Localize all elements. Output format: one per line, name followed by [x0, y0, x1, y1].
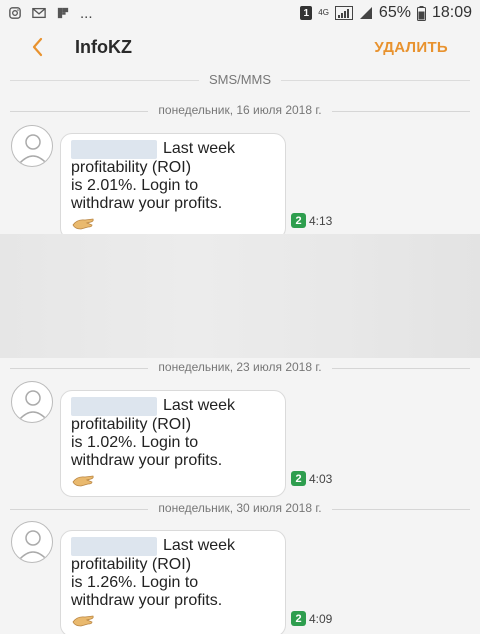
sim-indicator: 1: [300, 6, 313, 20]
message-time: 4:13: [309, 213, 333, 228]
more-notifications: ...: [80, 4, 93, 22]
signal-icon: [334, 6, 353, 20]
status-bar-notifications: ...: [8, 5, 93, 22]
message-meta: 2 4:03: [291, 471, 332, 486]
message-bubble[interactable]: Last week profitability (ROI) is 2.01%. …: [60, 133, 286, 240]
battery-percent: 65%: [378, 4, 411, 21]
message-line: profitability (ROI): [71, 556, 192, 573]
redacted-text: [71, 397, 157, 416]
signal-icon-2: [359, 7, 372, 19]
message-line: Last week: [163, 140, 236, 157]
contact-avatar-icon: [18, 530, 48, 561]
status-bar-system: 1 4G 65% 18:09: [300, 4, 472, 22]
date-text: понедельник, 23 июля 2018 г.: [148, 360, 332, 374]
date-separator: понедельник, 16 июля 2018 г.: [10, 102, 470, 120]
date-separator: понедельник, 30 июля 2018 г.: [10, 500, 470, 518]
conversation-title: InfoKZ: [75, 37, 132, 57]
message-line: profitability (ROI): [71, 159, 192, 176]
message-time: 4:09: [309, 611, 333, 626]
message-time: 4:03: [309, 471, 333, 486]
message-line: withdraw your profits.: [71, 452, 223, 469]
hand-emoji-icon: [72, 218, 94, 230]
status-bar: ... 1 4G 65% 18:09: [0, 0, 480, 26]
blurred-region: [0, 234, 480, 358]
delete-button[interactable]: УДАЛИТЬ: [374, 39, 448, 56]
redacted-text: [71, 140, 157, 159]
date-separator: понедельник, 23 июля 2018 г.: [10, 359, 470, 377]
date-separator-label: понедельник, 23 июля 2018 г.: [10, 360, 470, 374]
message-bubble[interactable]: Last week profitability (ROI) is 1.26%. …: [60, 530, 286, 634]
clock: 18:09: [431, 4, 472, 21]
date-separator-label: понедельник, 16 июля 2018 г.: [10, 103, 470, 117]
contact-avatar-icon: [18, 390, 48, 421]
avatar[interactable]: [11, 125, 53, 167]
message-bubble[interactable]: Last week profitability (ROI) is 1.02%. …: [60, 390, 286, 497]
contact-avatar-icon: [18, 134, 48, 165]
instagram-icon: [9, 7, 21, 19]
message-meta: 2 4:13: [291, 213, 332, 228]
mail-icon: [32, 7, 46, 19]
avatar[interactable]: [11, 381, 53, 423]
flipboard-icon: [57, 7, 69, 19]
message-line: withdraw your profits.: [71, 592, 223, 609]
hand-emoji-icon: [72, 475, 94, 487]
network-type: 4G: [318, 8, 329, 17]
sim-badge: 2: [291, 471, 306, 486]
sim-badge: 2: [291, 611, 306, 626]
message-line: Last week: [163, 537, 236, 554]
message-line: is 2.01%. Login to: [71, 177, 199, 194]
sim-badge: 2: [291, 213, 306, 228]
message-line: withdraw your profits.: [71, 195, 223, 212]
message-line: is 1.02%. Login to: [71, 434, 199, 451]
thread-type-text: SMS/MMS: [198, 72, 282, 87]
message-line: profitability (ROI): [71, 416, 192, 433]
app-bar: InfoKZ УДАЛИТЬ: [0, 26, 480, 70]
chevron-left-icon[interactable]: [26, 35, 50, 59]
date-separator-label: понедельник, 30 июля 2018 г.: [10, 501, 470, 515]
message-line: is 1.26%. Login to: [71, 574, 199, 591]
date-text: понедельник, 16 июля 2018 г.: [148, 103, 332, 117]
redacted-text: [71, 537, 157, 556]
avatar[interactable]: [11, 521, 53, 563]
date-text: понедельник, 30 июля 2018 г.: [148, 501, 332, 515]
hand-emoji-icon: [72, 615, 94, 627]
message-line: Last week: [163, 397, 236, 414]
message-meta: 2 4:09: [291, 611, 332, 626]
thread-type-label: SMS/MMS: [0, 72, 480, 87]
battery-icon: [416, 5, 426, 21]
